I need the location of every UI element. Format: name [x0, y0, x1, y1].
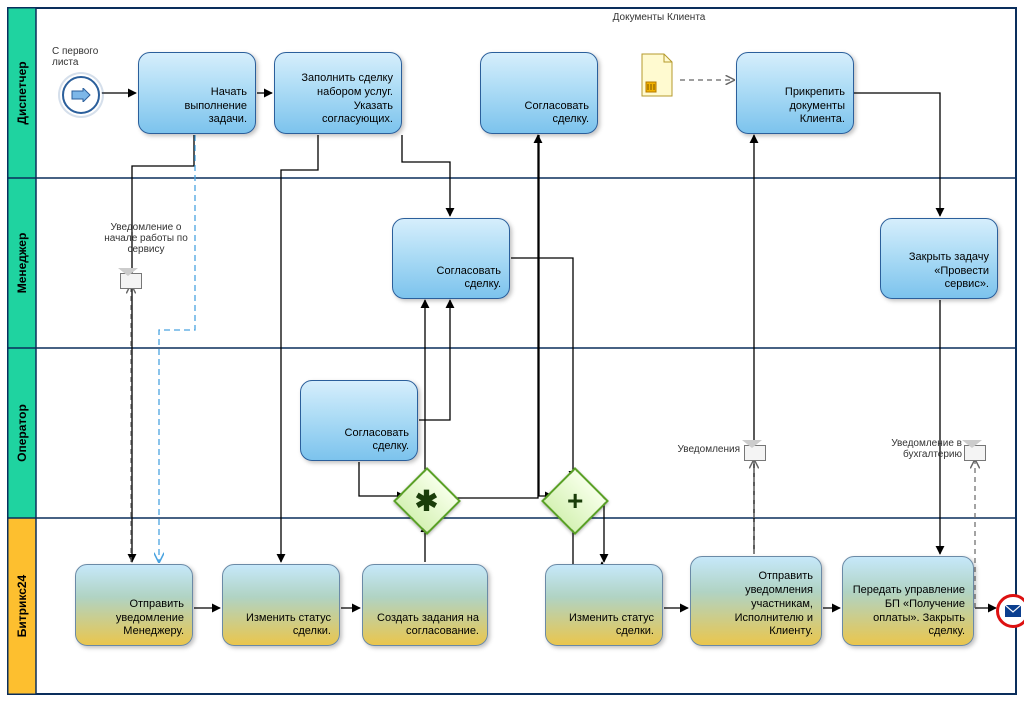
task-attach-docs[interactable]: Прикрепить документы Клиента.: [736, 52, 854, 134]
message-event-icon: [118, 268, 144, 294]
task-handover-payment-bp[interactable]: Передать управление БП «Получение оплаты…: [842, 556, 974, 646]
envelope-icon-accounting: [962, 440, 988, 466]
anno-notifications: Уведомления: [660, 444, 740, 455]
anno-notify-accounting: Уведомление в бухгалтерию: [870, 438, 962, 460]
anno-from-first-sheet: С первого листа: [52, 46, 122, 68]
lane-label-dispatcher: Диспетчер: [8, 8, 36, 178]
task-approve-deal-manager[interactable]: Согласовать сделку.: [392, 218, 510, 299]
link-start-event[interactable]: [62, 76, 100, 114]
task-approve-deal-dispatcher[interactable]: Согласовать сделку.: [480, 52, 598, 134]
task-send-notifications[interactable]: Отправить уведомления участникам, Исполн…: [690, 556, 822, 646]
task-close-service[interactable]: Закрыть задачу «Провести сервис».: [880, 218, 998, 299]
anno-client-docs: Документы Клиента: [604, 12, 714, 23]
task-notify-manager[interactable]: Отправить уведомление Менеджеру.: [75, 564, 193, 646]
document-artifact-icon: [636, 52, 678, 100]
anno-notify-start: Уведомление о начале работы по сервису: [96, 222, 196, 255]
lane-label-operator: Оператор: [8, 348, 36, 518]
bpmn-diagram: Диспетчер Менеджер Оператор Битрикс24 С …: [0, 0, 1024, 702]
end-message-event[interactable]: [996, 594, 1024, 628]
envelope-icon-notifications: [742, 440, 768, 466]
task-create-approval-tasks[interactable]: Создать задания на согласование.: [362, 564, 488, 646]
task-change-status-2[interactable]: Изменить статус сделки.: [545, 564, 663, 646]
task-approve-deal-operator[interactable]: Согласовать сделку.: [300, 380, 418, 461]
lane-label-manager: Менеджер: [8, 178, 36, 348]
lane-label-bitrix: Битрикс24: [8, 518, 36, 694]
task-change-status-1[interactable]: Изменить статус сделки.: [222, 564, 340, 646]
task-fill-deal[interactable]: Заполнить сделку набором услуг. Указать …: [274, 52, 402, 134]
task-start-work[interactable]: Начать выполнение задачи.: [138, 52, 256, 134]
